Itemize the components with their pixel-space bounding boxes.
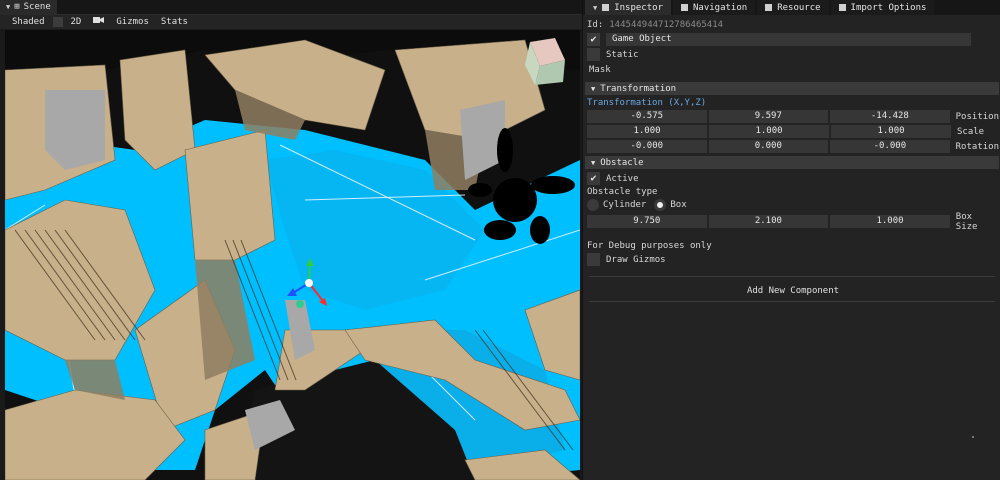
active-label: Active [606, 173, 639, 184]
add-new-component-button[interactable]: Add New Component [587, 285, 999, 298]
collapse-arrow-icon[interactable]: ▼ [593, 4, 597, 12]
camera-icon[interactable] [89, 16, 108, 28]
tab-navigation-label: Navigation [693, 2, 748, 13]
scale-label: Scale [957, 126, 985, 137]
position-label: Position [955, 111, 999, 122]
id-label: Id: [587, 20, 604, 30]
scene-panel: ▼ ⊞ Scene Shaded 2D Gizmos Stats [0, 0, 582, 480]
wall [5, 389, 186, 480]
box-size-label: Box Size [955, 211, 978, 232]
box-size-row: 9.750 2.100 1.000 Box Size [587, 212, 999, 232]
obstacle-header[interactable]: ▼ Obstacle [585, 156, 999, 169]
active-row: Active [587, 172, 639, 185]
game-object-name-field[interactable]: Game Object [606, 33, 971, 46]
collapse-arrow-icon: ▼ [591, 158, 596, 167]
transformation-header[interactable]: ▼ Transformation [585, 82, 999, 95]
cylinder-radio[interactable] [587, 199, 599, 211]
draw-gizmos-checkbox[interactable] [587, 253, 600, 266]
mask-button[interactable]: Mask [589, 65, 611, 75]
active-checkbox[interactable] [587, 172, 600, 185]
shaded-dropdown[interactable]: Shaded [8, 16, 49, 28]
collapse-arrow-icon[interactable]: ▼ [6, 3, 10, 11]
game-object-checkbox[interactable] [587, 33, 600, 46]
tab-scene-label: Scene [23, 2, 51, 12]
toggle-2d-button[interactable]: 2D [67, 16, 86, 28]
rotation-label: Rotation [955, 141, 999, 152]
static-row: Static [587, 48, 639, 61]
id-value: 144544944712786465414 [609, 20, 724, 30]
box-label: Box [670, 200, 687, 210]
scale-x-field[interactable]: 1.000 [587, 125, 707, 138]
box-size-y-field[interactable]: 2.100 [708, 215, 829, 228]
resource-icon [765, 4, 773, 11]
rotation-x-field[interactable]: -0.000 [587, 140, 707, 153]
tab-navigation[interactable]: Navigation [673, 0, 756, 15]
rotation-row: -0.000 0.000 -0.000 Rotation [587, 140, 999, 153]
scale-z-field[interactable]: 1.000 [831, 125, 951, 138]
obstacle-type-radios: Cylinder Box [587, 199, 687, 211]
cylinder-label: Cylinder [603, 200, 647, 210]
gizmos-button[interactable]: Gizmos [112, 16, 153, 28]
scale-row: 1.000 1.000 1.000 Scale [587, 125, 999, 138]
tab-inspector[interactable]: ▼ Inspector [585, 0, 671, 15]
tab-import-options[interactable]: Import Options [830, 0, 935, 15]
inspector-tabbar: ▼ Inspector Navigation Resource Import O… [583, 0, 1000, 15]
transformation-header-label: Transformation [600, 83, 677, 94]
id-row: Id: 144544944712786465414 [587, 20, 723, 30]
draw-gizmos-row: Draw Gizmos [587, 253, 666, 266]
scene-viewport[interactable] [5, 30, 580, 480]
divider [589, 276, 995, 277]
tab-resource[interactable]: Resource [757, 0, 829, 15]
position-x-field[interactable]: -0.575 [587, 110, 707, 123]
scene-3d-render [5, 30, 580, 480]
collapse-arrow-icon: ▼ [591, 84, 596, 93]
debug-label: For Debug purposes only [587, 241, 712, 251]
static-checkbox[interactable] [587, 48, 600, 61]
scale-y-field[interactable]: 1.000 [709, 125, 829, 138]
rotation-z-field[interactable]: -0.000 [830, 140, 950, 153]
wall [184, 129, 276, 261]
position-z-field[interactable]: -14.428 [830, 110, 950, 123]
transformation-subtitle: Transformation (X,Y,Z) [587, 98, 707, 108]
scene-toolbar: Shaded 2D Gizmos Stats [0, 15, 582, 29]
box-size-z-field[interactable]: 1.000 [830, 215, 950, 228]
box-size-x-field[interactable]: 9.750 [587, 215, 707, 228]
position-y-field[interactable]: 9.597 [708, 110, 829, 123]
stats-button[interactable]: Stats [157, 16, 192, 28]
inspector-panel: ▼ Inspector Navigation Resource Import O… [582, 0, 1000, 480]
position-row: -0.575 9.597 -14.428 Position [587, 110, 999, 123]
tab-scene[interactable]: ▼ ⊞ Scene [0, 0, 57, 15]
resize-dot [972, 436, 974, 438]
grid-icon: ⊞ [14, 2, 20, 12]
navigation-icon [681, 4, 688, 11]
tab-import-options-label: Import Options [850, 2, 927, 13]
divider [589, 301, 995, 302]
obstacle-type-label: Obstacle type [587, 187, 658, 197]
obstacle-header-label: Obstacle [600, 157, 644, 168]
inspector-icon [602, 4, 610, 11]
toolbar-separator [52, 17, 63, 27]
rotation-y-field[interactable]: 0.000 [708, 140, 829, 153]
import-options-icon [838, 4, 846, 11]
static-label: Static [606, 49, 639, 60]
tab-inspector-label: Inspector [614, 2, 663, 13]
tab-resource-label: Resource [777, 2, 821, 13]
game-object-row: Game Object [587, 33, 971, 46]
scene-tabbar: ▼ ⊞ Scene [0, 0, 582, 15]
draw-gizmos-label: Draw Gizmos [606, 254, 666, 265]
box-radio[interactable] [654, 199, 667, 211]
